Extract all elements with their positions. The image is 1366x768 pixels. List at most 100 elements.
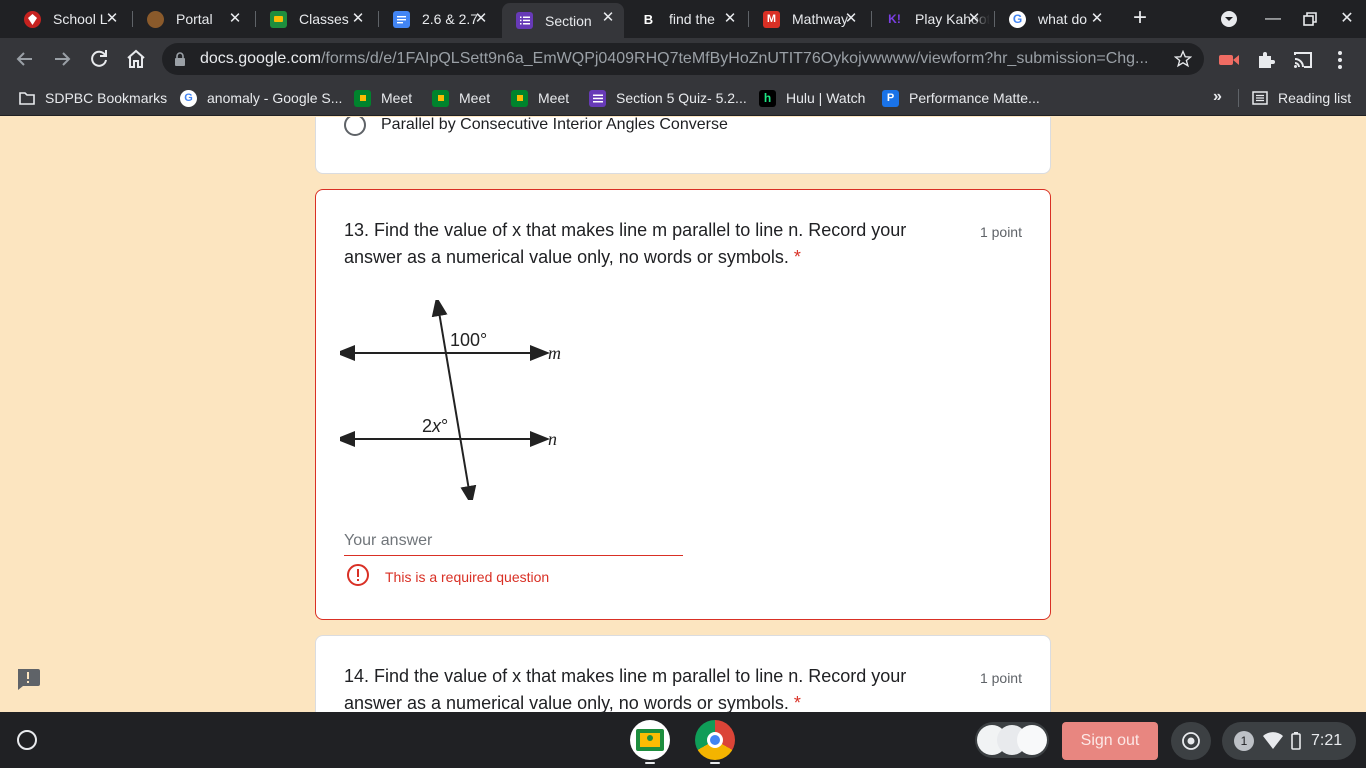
tab-find-the[interactable]: B find the ✕	[626, 4, 746, 34]
sign-out-button[interactable]: Sign out	[1062, 722, 1158, 760]
extensions-puzzle-icon[interactable]	[1255, 49, 1277, 71]
question-points: 1 point	[979, 670, 1022, 686]
reading-list-icon	[1251, 90, 1268, 107]
answer-input[interactable]	[344, 526, 683, 556]
line-label-n: n	[548, 429, 557, 449]
question-title: 13. Find the value of x that makes line …	[344, 220, 907, 267]
menu-kebab-icon[interactable]	[1329, 49, 1351, 71]
close-icon[interactable]: ✕	[104, 11, 120, 27]
feedback-icon[interactable]	[15, 667, 41, 691]
capture-icon	[1182, 732, 1200, 750]
bookmark-anomaly[interactable]: G anomaly - Google S...	[180, 88, 342, 108]
new-tab-icon[interactable]: +	[1128, 6, 1152, 30]
tab-section-active[interactable]: Section ✕	[502, 3, 624, 38]
close-icon[interactable]: ✕	[473, 11, 489, 27]
option-label: Parallel by Consecutive Interior Angles …	[381, 117, 728, 133]
chrome-app-icon[interactable]	[695, 720, 735, 760]
docs-favicon-icon	[393, 10, 410, 28]
meet-icon	[432, 89, 449, 107]
tab-kahoot[interactable]: K! Play Kahoot ✕	[872, 4, 990, 34]
line-label-m: m	[548, 343, 561, 363]
bookmarks-bar: SDPBC Bookmarks G anomaly - Google S... …	[0, 80, 1366, 116]
restore-icon[interactable]	[1297, 6, 1323, 32]
bookmark-hulu[interactable]: h Hulu | Watch	[759, 88, 865, 108]
lock-icon[interactable]	[174, 52, 186, 66]
tab-classes[interactable]: Classes ✕	[256, 4, 374, 34]
tab-search-icon[interactable]	[1216, 6, 1242, 32]
angle-label-bottom: 2x°	[422, 416, 448, 436]
radio-option[interactable]	[344, 117, 366, 136]
classroom-favicon-icon	[270, 10, 287, 28]
required-asterisk: *	[793, 693, 801, 712]
close-window-icon[interactable]: ✕	[1334, 6, 1360, 32]
meet-icon	[511, 89, 528, 107]
bookmark-performance-matters[interactable]: P Performance Matte...	[882, 88, 1040, 108]
back-icon[interactable]	[13, 47, 37, 71]
error-icon	[347, 564, 369, 586]
close-icon[interactable]: ✕	[843, 11, 859, 27]
tab-portal[interactable]: Portal ✕	[133, 4, 251, 34]
address-bar[interactable]: docs.google.com/forms/d/e/1FAIpQLSett9n6…	[162, 43, 1204, 75]
mathway-favicon-icon: M	[763, 10, 780, 28]
question-points: 1 point	[979, 224, 1022, 240]
close-icon[interactable]: ✕	[966, 11, 982, 27]
bookmark-label: Hulu | Watch	[786, 90, 866, 106]
bookmark-star-icon[interactable]	[1174, 50, 1192, 68]
question-card-14: 14. Find the value of x that makes line …	[315, 635, 1051, 712]
tab-mathway[interactable]: M Mathway ✕	[749, 4, 867, 34]
bookmark-section-5-quiz[interactable]: Section 5 Quiz- 5.2...	[589, 88, 747, 108]
minimize-icon[interactable]: —	[1260, 6, 1286, 32]
close-icon[interactable]: ✕	[722, 11, 738, 27]
brainly-favicon-icon: B	[643, 11, 654, 27]
bookmark-sdpbc[interactable]: SDPBC Bookmarks	[18, 88, 167, 108]
tab-school[interactable]: School L ✕	[10, 4, 128, 34]
tab-docs[interactable]: 2.6 & 2.7 ✕	[379, 4, 497, 34]
required-asterisk: *	[793, 247, 801, 267]
bookmark-meet-1[interactable]: Meet	[354, 88, 412, 108]
kahoot-favicon-icon: K!	[888, 12, 901, 26]
bookmarks-overflow-icon[interactable]: »	[1213, 88, 1222, 106]
battery-icon	[1291, 732, 1301, 750]
url-text[interactable]: docs.google.com/forms/d/e/1FAIpQLSett9n6…	[200, 50, 1160, 68]
question-card-13: 13. Find the value of x that makes line …	[315, 189, 1051, 620]
form-page: Parallel by Consecutive Interior Angles …	[0, 117, 1366, 712]
question-title: 14. Find the value of x that makes line …	[344, 666, 907, 712]
bookmark-meet-2[interactable]: Meet	[432, 88, 490, 108]
error-message: This is a required question	[385, 569, 550, 585]
app-running-indicator	[645, 762, 655, 764]
school-favicon-icon	[24, 10, 41, 28]
google-icon: G	[180, 89, 197, 107]
screen-capture-button[interactable]	[1171, 722, 1211, 760]
close-icon[interactable]: ✕	[1089, 11, 1105, 27]
launcher-icon[interactable]	[17, 730, 37, 750]
close-icon[interactable]: ✕	[350, 11, 366, 27]
bookmark-meet-3[interactable]: Meet	[511, 88, 569, 108]
bookmark-label: Meet	[381, 90, 413, 106]
close-icon[interactable]: ✕	[227, 11, 243, 27]
home-icon[interactable]	[124, 47, 148, 71]
close-icon[interactable]: ✕	[600, 10, 616, 26]
reading-list-button[interactable]: Reading list	[1251, 88, 1351, 108]
clock: 7:21	[1311, 732, 1343, 749]
browser-toolbar: docs.google.com/forms/d/e/1FAIpQLSett9n6…	[0, 38, 1366, 80]
bookmark-label: SDPBC Bookmarks	[45, 90, 168, 106]
cast-icon[interactable]	[1292, 49, 1314, 71]
classroom-app-icon[interactable]	[630, 720, 670, 760]
screencastify-extension-icon[interactable]	[1218, 49, 1240, 71]
portal-favicon-icon	[147, 10, 164, 28]
bookmark-label: anomaly - Google S...	[207, 90, 343, 106]
reading-list-label: Reading list	[1278, 90, 1352, 106]
app-running-indicator	[710, 762, 720, 764]
reload-icon[interactable]	[87, 47, 111, 71]
tab-what-do[interactable]: G what do ✕	[995, 4, 1113, 34]
parallel-lines-diagram: 100° 2x° m n	[340, 300, 561, 500]
forward-icon[interactable]	[50, 47, 74, 71]
notification-badge: 1	[1234, 731, 1254, 751]
bookmarks-divider	[1238, 89, 1239, 107]
status-tray[interactable]: 1 7:21	[1222, 722, 1356, 760]
google-favicon-icon: G	[1009, 10, 1026, 28]
folder-icon	[18, 90, 35, 107]
wifi-icon	[1263, 732, 1283, 749]
forms-icon	[589, 89, 606, 107]
tote-thumbnails[interactable]	[975, 722, 1049, 758]
